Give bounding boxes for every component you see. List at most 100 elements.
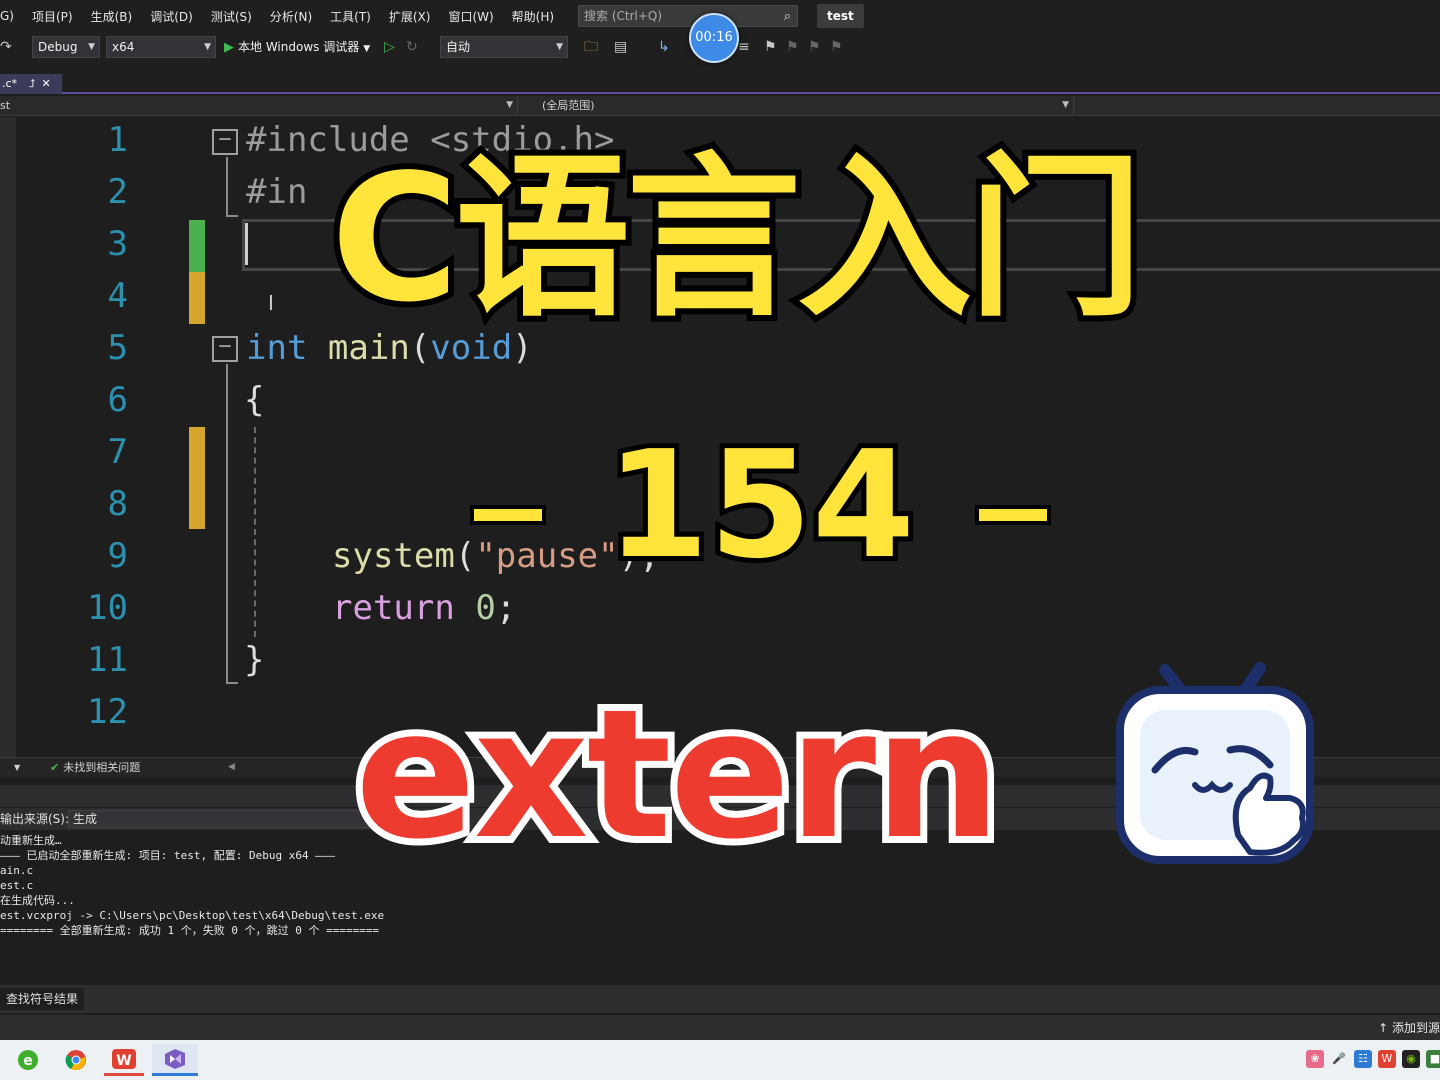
taskbar-app-wps[interactable]: W bbox=[104, 1044, 144, 1076]
bookmark-next-icon[interactable]: ⚑ bbox=[808, 40, 821, 54]
taskbar: e W ❀ 🎤 ☷ W ◉ ■ bbox=[0, 1040, 1440, 1080]
hot-reload-icon[interactable]: ↻ bbox=[406, 40, 418, 54]
scroll-left-icon[interactable]: ◀ bbox=[228, 758, 235, 777]
search-icon[interactable]: ⌕ bbox=[784, 7, 791, 27]
line-number: 3 bbox=[107, 224, 128, 264]
visual-studio-icon bbox=[165, 1048, 185, 1069]
scope-value: (全局范围) bbox=[542, 99, 595, 112]
wps-icon: W bbox=[112, 1048, 136, 1069]
line-number: 12 bbox=[87, 692, 128, 732]
editor-margin bbox=[0, 117, 16, 757]
tab-find-symbol-results[interactable]: 查找符号结果 bbox=[0, 988, 85, 1010]
output-source-value: 生成 bbox=[73, 812, 98, 826]
menu-analyze[interactable]: 分析(N) bbox=[261, 8, 321, 25]
code-line-11: } bbox=[244, 640, 265, 680]
change-indicator-saved bbox=[189, 220, 205, 272]
close-icon[interactable]: ✕ bbox=[42, 77, 51, 90]
collapse-icon[interactable]: − bbox=[212, 129, 238, 155]
navigation-bar: st ▼ (全局范围) ▼ bbox=[0, 96, 1440, 116]
step-icon[interactable]: ↳ bbox=[658, 40, 670, 54]
collapse-icon[interactable]: − bbox=[212, 336, 238, 362]
issues-indicator[interactable]: ✔ 未找到相关问题 bbox=[50, 758, 140, 777]
line-number: 5 bbox=[107, 328, 128, 368]
taskbar-app-visual-studio[interactable] bbox=[152, 1044, 198, 1076]
wps-tray-icon[interactable]: W bbox=[1378, 1050, 1396, 1068]
text-cursor bbox=[245, 223, 248, 265]
menu-git[interactable]: G) bbox=[0, 9, 23, 23]
platform-value: x64 bbox=[112, 40, 135, 54]
menu-build[interactable]: 生成(B) bbox=[82, 8, 142, 25]
ie-browser-icon: e bbox=[18, 1050, 38, 1070]
line-number: 10 bbox=[87, 588, 128, 628]
line-number: 11 bbox=[87, 640, 128, 680]
dash-decoration bbox=[974, 505, 1051, 526]
line-number: 7 bbox=[107, 432, 128, 472]
line-number: 8 bbox=[107, 484, 128, 524]
fold-guide bbox=[226, 157, 228, 217]
chevron-down-icon: ▼ bbox=[1062, 100, 1069, 110]
play-icon: ▶ bbox=[224, 40, 234, 55]
chevron-down-icon: ▼ bbox=[556, 42, 563, 52]
redo-icon[interactable]: ↷ bbox=[0, 40, 12, 54]
document-tabstrip: .c* ⮥ ✕ bbox=[0, 74, 1440, 94]
fold-guide bbox=[226, 682, 238, 684]
episode-number: 154 bbox=[601, 415, 920, 595]
menu-test[interactable]: 测试(S) bbox=[202, 8, 261, 25]
scope-select[interactable]: (全局范围) ▼ bbox=[520, 96, 1074, 115]
tab-source-file[interactable]: .c* ⮥ ✕ bbox=[0, 74, 62, 94]
menu-debug[interactable]: 调试(D) bbox=[141, 8, 202, 25]
microphone-icon[interactable]: 🎤 bbox=[1330, 1050, 1348, 1068]
bottom-tabstrip: 查找符号结果 bbox=[0, 985, 1440, 1013]
tray-app-icon[interactable]: ☷ bbox=[1354, 1050, 1372, 1068]
configuration-select[interactable]: Debug ▼ bbox=[32, 36, 100, 58]
menu-window[interactable]: 窗口(W) bbox=[439, 8, 502, 25]
menu-extensions[interactable]: 扩展(X) bbox=[380, 8, 440, 25]
taskbar-app-chrome[interactable] bbox=[56, 1044, 96, 1076]
line-number: 1 bbox=[107, 120, 128, 160]
episode-number-overlay: 154 bbox=[410, 415, 1051, 595]
menu-help[interactable]: 帮助(H) bbox=[503, 8, 563, 25]
tray-app-icon[interactable]: ■ bbox=[1426, 1050, 1440, 1068]
keyword: return bbox=[332, 588, 455, 628]
svg-text:e: e bbox=[23, 1053, 33, 1069]
code-line-10: return 0; bbox=[332, 588, 516, 628]
bookmark-clear-icon[interactable]: ⚑ bbox=[830, 40, 843, 54]
bookmark-icon[interactable]: ⚑ bbox=[764, 40, 777, 54]
window-layout-icon[interactable]: ▤ bbox=[614, 40, 627, 54]
start-debugging-button[interactable]: ▶ 本地 Windows 调试器 ▼ bbox=[224, 36, 370, 58]
bookmark-prev-icon[interactable]: ⚑ bbox=[786, 40, 799, 54]
tv-mascot-thumbs-up-icon bbox=[1116, 662, 1314, 864]
project-select[interactable]: st ▼ bbox=[0, 96, 518, 115]
list-icon[interactable]: ≡ bbox=[738, 40, 750, 54]
folder-icon[interactable]: 🗀 bbox=[584, 40, 598, 54]
punctuation: ; bbox=[495, 588, 517, 628]
chevron-down-icon[interactable]: ▼ bbox=[14, 758, 20, 777]
menu-project[interactable]: 项目(P) bbox=[23, 8, 82, 25]
taskbar-app-browser[interactable]: e bbox=[8, 1044, 48, 1076]
solution-name[interactable]: test bbox=[817, 4, 864, 28]
auto-value: 自动 bbox=[446, 40, 471, 54]
chevron-down-icon: ▼ bbox=[506, 100, 513, 110]
line-number: 4 bbox=[107, 276, 128, 316]
menu-tools[interactable]: 工具(T) bbox=[321, 8, 380, 25]
line-number: 6 bbox=[107, 380, 128, 420]
start-without-debugging-icon[interactable]: ▷ bbox=[384, 40, 395, 54]
pin-icon[interactable]: ⮥ bbox=[29, 77, 36, 90]
output-line: est.vcxproj -> C:\Users\pc\Desktop\test\… bbox=[0, 909, 385, 922]
output-line: est.c bbox=[0, 879, 34, 892]
change-indicator-unsaved bbox=[189, 427, 205, 529]
fold-guide bbox=[226, 215, 238, 217]
search-input[interactable]: 搜索 (Ctrl+Q) ⌕ bbox=[578, 5, 798, 27]
svg-text:W: W bbox=[116, 1053, 131, 1069]
nvidia-icon[interactable]: ◉ bbox=[1402, 1050, 1420, 1068]
auto-select[interactable]: 自动 ▼ bbox=[440, 36, 568, 58]
chevron-down-icon: ▼ bbox=[88, 42, 95, 52]
tray-app-icon[interactable]: ❀ bbox=[1306, 1050, 1324, 1068]
fold-guide bbox=[226, 364, 228, 684]
indent-guide bbox=[254, 427, 256, 637]
configuration-value: Debug bbox=[38, 40, 78, 54]
line-number: 2 bbox=[107, 172, 128, 212]
add-to-source-control[interactable]: ↑ 添加到源 bbox=[1378, 1019, 1440, 1036]
output-line: ======== 全部重新生成: 成功 1 个，失败 0 个，跳过 0 个 ==… bbox=[0, 924, 380, 937]
platform-select[interactable]: x64 ▼ bbox=[106, 36, 216, 58]
